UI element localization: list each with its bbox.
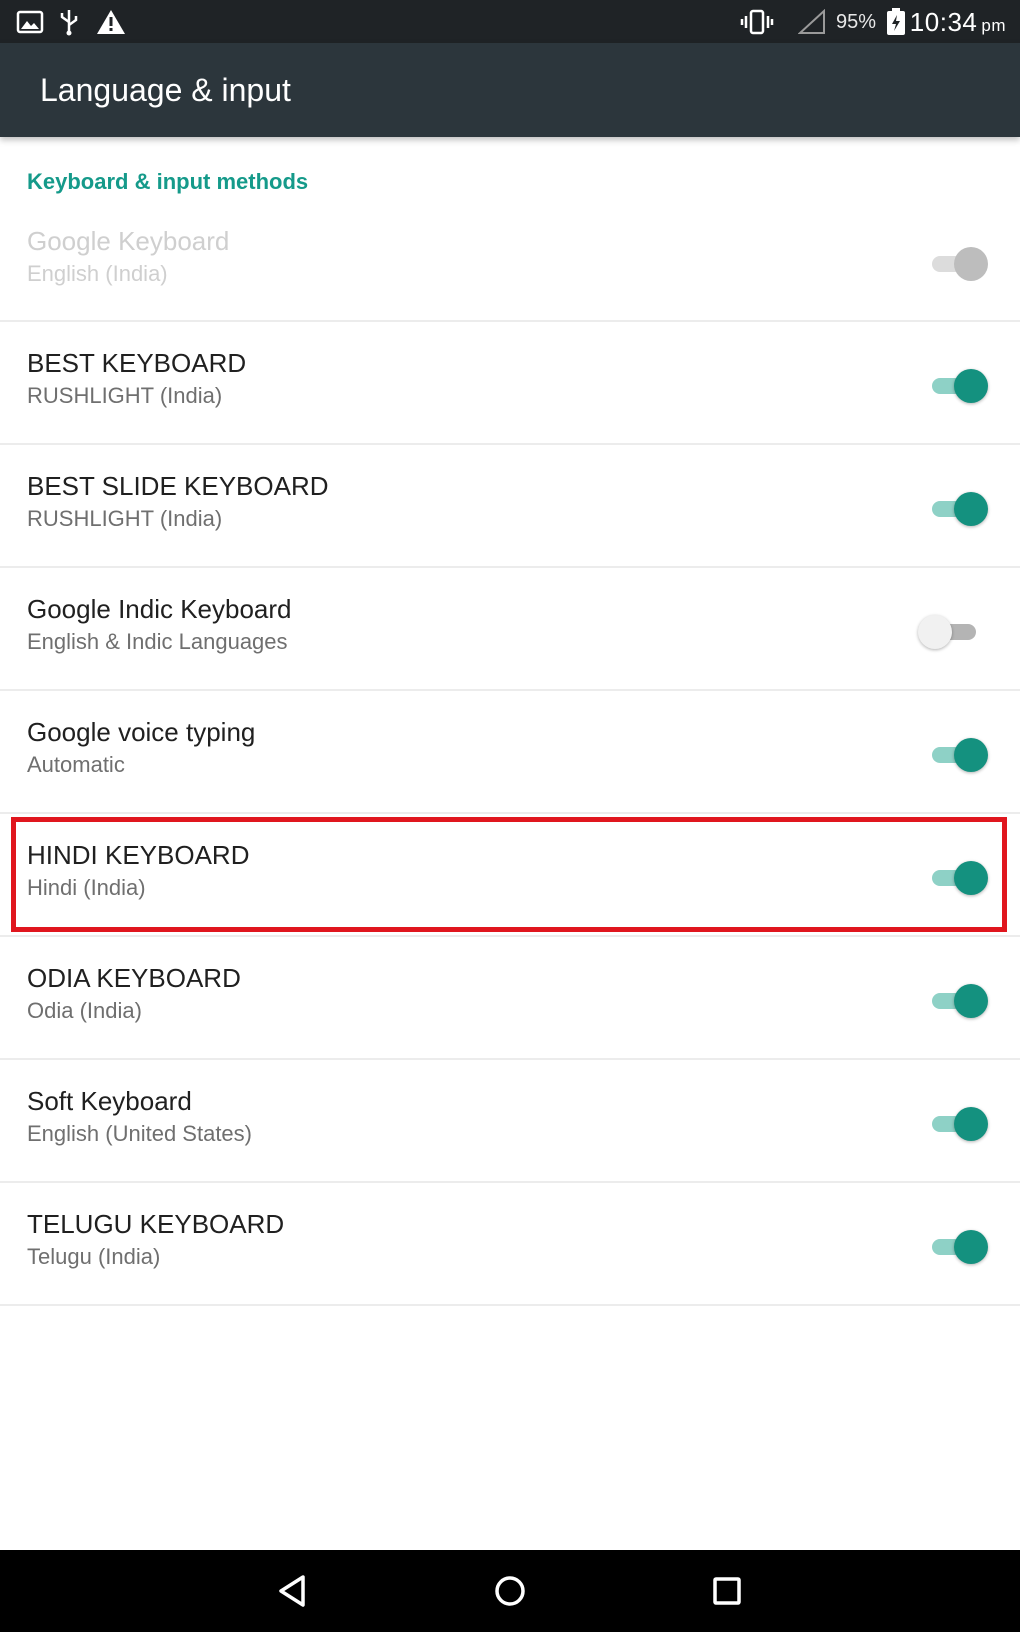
list-item-title: Google Indic Keyboard: [27, 594, 292, 624]
toggle-switch[interactable]: [918, 614, 988, 649]
home-icon[interactable]: [483, 1564, 537, 1618]
toggle-switch: [928, 246, 988, 281]
list-item-subtitle: Hindi (India): [27, 875, 146, 900]
list-item-telugu-keyboard[interactable]: TELUGU KEYBOARD Telugu (India): [0, 1183, 1020, 1306]
no-signal-icon: [798, 8, 826, 36]
list-item-title: Soft Keyboard: [27, 1086, 192, 1116]
list-item-title: BEST SLIDE KEYBOARD: [27, 471, 329, 501]
page-title: Language & input: [40, 72, 291, 108]
list-item-odia-keyboard[interactable]: ODIA KEYBOARD Odia (India): [0, 937, 1020, 1060]
list-item-subtitle: Odia (India): [27, 998, 142, 1023]
battery-percent: 95%: [836, 11, 877, 33]
toggle-switch[interactable]: [928, 983, 988, 1018]
clock: 10:34 pm: [909, 7, 1006, 37]
toggle-switch[interactable]: [928, 1106, 988, 1141]
section-header: Keyboard & input methods: [27, 169, 309, 194]
toggle-switch[interactable]: [928, 737, 988, 772]
toggle-switch[interactable]: [928, 860, 988, 895]
list-item-hindi-keyboard[interactable]: HINDI KEYBOARD Hindi (India): [0, 814, 1020, 937]
list-item-subtitle: English (India): [27, 261, 168, 286]
list-item-best-keyboard[interactable]: BEST KEYBOARD RUSHLIGHT (India): [0, 322, 1020, 445]
warning-icon: [96, 8, 126, 36]
list-item-subtitle: English (United States): [27, 1121, 252, 1146]
app-bar: Language & input: [0, 43, 1020, 137]
list-item-title: Google voice typing: [27, 717, 256, 747]
list-item-subtitle: RUSHLIGHT (India): [27, 506, 223, 531]
list-item-soft-keyboard[interactable]: Soft Keyboard English (United States): [0, 1060, 1020, 1183]
list-item-subtitle: Telugu (India): [27, 1244, 161, 1269]
list-item-google-voice-typing[interactable]: Google voice typing Automatic: [0, 691, 1020, 814]
list-item-title: Google Keyboard: [27, 226, 230, 256]
recents-icon[interactable]: [700, 1564, 754, 1618]
image-icon: [16, 8, 44, 36]
list-item-google-indic-keyboard[interactable]: Google Indic Keyboard English & Indic La…: [0, 568, 1020, 691]
toggle-switch[interactable]: [928, 491, 988, 526]
battery-charging-icon: [886, 8, 906, 36]
back-icon[interactable]: [265, 1564, 319, 1618]
list-item-subtitle: RUSHLIGHT (India): [27, 383, 223, 408]
list-item-title: BEST KEYBOARD: [27, 348, 247, 378]
toggle-switch[interactable]: [928, 368, 988, 403]
list-item-title: HINDI KEYBOARD: [27, 840, 250, 870]
navigation-bar: [0, 1550, 1020, 1632]
toggle-switch[interactable]: [928, 1229, 988, 1264]
list-item-subtitle: Automatic: [27, 752, 125, 777]
vibrate-icon: [740, 8, 774, 36]
keyboard-list: Google Keyboard English (India) BEST KEY…: [0, 200, 1020, 1306]
list-item-title: ODIA KEYBOARD: [27, 963, 241, 993]
list-item-title: TELUGU KEYBOARD: [27, 1209, 285, 1239]
list-item-google-keyboard: Google Keyboard English (India): [0, 200, 1020, 322]
status-bar: 95% 10:34 pm: [0, 0, 1020, 43]
list-item-subtitle: English & Indic Languages: [27, 629, 288, 654]
usb-icon: [58, 8, 80, 36]
list-item-best-slide-keyboard[interactable]: BEST SLIDE KEYBOARD RUSHLIGHT (India): [0, 445, 1020, 568]
